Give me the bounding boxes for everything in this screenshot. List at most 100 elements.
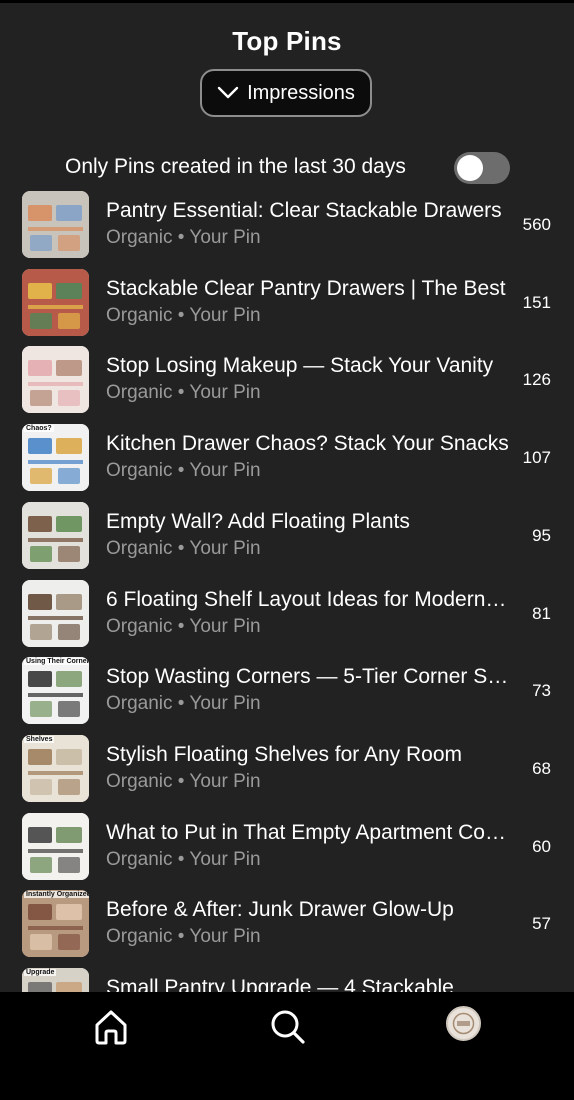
impression-count: 151 xyxy=(522,293,551,312)
status-bar-edge xyxy=(0,0,574,3)
separator-dot: • xyxy=(172,382,190,403)
pin-source: Organic xyxy=(106,693,173,714)
impression-count: 95 xyxy=(532,526,551,545)
pin-row[interactable]: Stackable Clear Pantry Drawers | The Bes… xyxy=(0,269,574,337)
pin-owner: Your Pin xyxy=(189,926,261,947)
impression-count: 560 xyxy=(522,215,551,234)
pin-title: 6 Floating Shelf Layout Ideas for Modern… xyxy=(106,588,511,611)
pin-title: Stop Wasting Corners — 5-Tier Corner She… xyxy=(106,665,511,688)
pin-subtitle: Organic • Your Pin xyxy=(106,693,261,715)
separator-dot: • xyxy=(172,227,190,248)
pin-subtitle: Organic • Your Pin xyxy=(106,926,261,948)
pin-source: Organic xyxy=(106,616,173,637)
filter-label: Only Pins created in the last 30 days xyxy=(65,155,406,178)
pin-row[interactable]: Chaos? Kitchen Drawer Chaos? Stack Your S… xyxy=(0,424,574,492)
thumbnail-caption: Instantly Organized xyxy=(24,891,89,898)
pin-thumbnail: Using Their Corners? xyxy=(22,657,89,724)
page-title: Top Pins xyxy=(232,26,342,56)
pin-subtitle: Organic • Your Pin xyxy=(106,460,261,482)
pin-owner: Your Pin xyxy=(189,538,261,559)
thumbnail-caption: Shelves xyxy=(24,736,55,743)
pin-owner: Your Pin xyxy=(189,460,261,481)
pin-title: Empty Wall? Add Floating Plants xyxy=(106,510,410,533)
metric-dropdown[interactable]: Impressions xyxy=(200,69,372,117)
pin-owner: Your Pin xyxy=(189,305,261,326)
pin-thumbnail xyxy=(22,813,89,880)
chevron-down-icon xyxy=(217,86,239,99)
pin-source: Organic xyxy=(106,538,173,559)
separator-dot: • xyxy=(172,771,190,792)
pin-owner: Your Pin xyxy=(189,616,261,637)
pin-title: Stylish Floating Shelves for Any Room xyxy=(106,743,462,766)
pin-title: What to Put in That Empty Apartment Corn… xyxy=(106,821,511,844)
pin-owner: Your Pin xyxy=(189,693,261,714)
home-icon[interactable] xyxy=(88,1004,134,1050)
pin-title: Stackable Clear Pantry Drawers | The Bes… xyxy=(106,277,506,300)
separator-dot: • xyxy=(172,693,190,714)
pin-owner: Your Pin xyxy=(189,849,261,870)
impression-count: 81 xyxy=(532,604,551,623)
pin-thumbnail xyxy=(22,502,89,569)
pin-source: Organic xyxy=(106,849,173,870)
pin-thumbnail: Upgrade xyxy=(22,968,89,992)
impression-count: 73 xyxy=(532,681,551,700)
pin-row[interactable]: Shelves Stylish Floating Shelves for Any … xyxy=(0,735,574,803)
pin-row[interactable]: Using Their Corners? Stop Wasting Corners… xyxy=(0,657,574,725)
pin-source: Organic xyxy=(106,926,173,947)
pin-subtitle: Organic • Your Pin xyxy=(106,849,261,871)
pin-title: Small Pantry Upgrade — 4 Stackable xyxy=(106,976,454,992)
pin-title: Before & After: Junk Drawer Glow-Up xyxy=(106,898,454,921)
pin-row[interactable]: Instantly Organized Before & After: Junk … xyxy=(0,890,574,958)
pin-subtitle: Organic • Your Pin xyxy=(106,616,261,638)
pin-owner: Your Pin xyxy=(189,382,261,403)
pin-subtitle: Organic • Your Pin xyxy=(106,382,261,404)
impression-count: 107 xyxy=(522,448,551,467)
pin-title: Stop Losing Makeup — Stack Your Vanity xyxy=(106,354,494,377)
pin-subtitle: Organic • Your Pin xyxy=(106,227,261,249)
pin-thumbnail: Chaos? xyxy=(22,424,89,491)
search-icon[interactable] xyxy=(264,1004,310,1050)
bottom-navigation xyxy=(0,992,574,1100)
separator-dot: • xyxy=(172,616,190,637)
pin-title: Kitchen Drawer Chaos? Stack Your Snacks xyxy=(106,432,509,455)
separator-dot: • xyxy=(172,305,190,326)
pin-thumbnail: Instantly Organized xyxy=(22,890,89,957)
pin-row[interactable]: Pantry Essential: Clear Stackable Drawer… xyxy=(0,191,574,259)
pin-owner: Your Pin xyxy=(189,771,261,792)
pin-subtitle: Organic • Your Pin xyxy=(106,538,261,560)
pin-source: Organic xyxy=(106,382,173,403)
pin-title: Pantry Essential: Clear Stackable Drawer… xyxy=(106,199,502,222)
pin-thumbnail xyxy=(22,346,89,413)
pin-row[interactable]: Stop Losing Makeup — Stack Your Vanity Or… xyxy=(0,346,574,414)
separator-dot: • xyxy=(172,849,190,870)
thumbnail-caption: Using Their Corners? xyxy=(24,658,89,665)
pin-thumbnail: Shelves xyxy=(22,735,89,802)
pin-subtitle: Organic • Your Pin xyxy=(106,771,261,793)
separator-dot: • xyxy=(172,926,190,947)
pin-source: Organic xyxy=(106,305,173,326)
impression-count: 60 xyxy=(532,837,551,856)
thumbnail-caption: Upgrade xyxy=(24,969,57,976)
pin-row[interactable]: What to Put in That Empty Apartment Corn… xyxy=(0,813,574,881)
pin-subtitle: Organic • Your Pin xyxy=(106,305,261,327)
separator-dot: • xyxy=(172,460,190,481)
pin-row[interactable]: Upgrade Small Pantry Upgrade — 4 Stackabl… xyxy=(0,968,574,992)
pin-row[interactable]: 6 Floating Shelf Layout Ideas for Modern… xyxy=(0,580,574,648)
pin-row[interactable]: Empty Wall? Add Floating Plants Organic •… xyxy=(0,502,574,570)
thumbnail-caption: Chaos? xyxy=(24,425,54,432)
impression-count: 57 xyxy=(532,914,551,933)
pin-thumbnail xyxy=(22,191,89,258)
toggle-knob xyxy=(457,155,483,181)
profile-avatar[interactable] xyxy=(446,1006,481,1041)
separator-dot: • xyxy=(172,538,190,559)
pin-owner: Your Pin xyxy=(189,227,261,248)
metric-dropdown-label: Impressions xyxy=(247,81,355,104)
impression-count: 68 xyxy=(532,759,551,778)
pin-thumbnail xyxy=(22,580,89,647)
pin-source: Organic xyxy=(106,771,173,792)
last-30-days-toggle[interactable] xyxy=(454,152,510,184)
pin-source: Organic xyxy=(106,227,173,248)
pin-source: Organic xyxy=(106,460,173,481)
impression-count: 126 xyxy=(522,370,551,389)
pin-thumbnail xyxy=(22,269,89,336)
